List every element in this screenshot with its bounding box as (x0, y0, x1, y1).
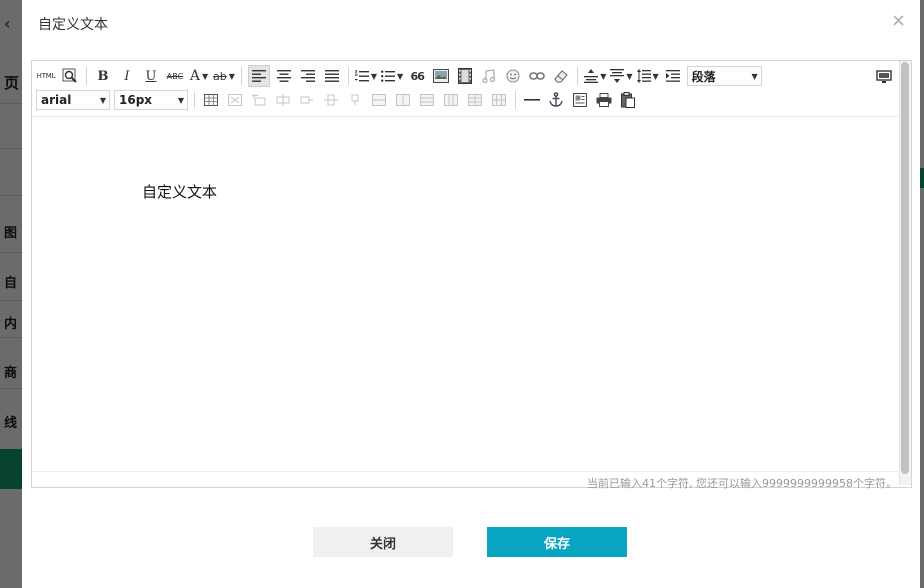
wordcount-status: 当前已输入41个字符, 您还可以输入9999999999958个字符。 (587, 477, 897, 490)
source-html-button[interactable]: HTML (36, 66, 56, 86)
wordcount-divider (32, 471, 898, 472)
highlight-button[interactable]: ab ▼ (213, 66, 235, 86)
custom-text-dialog: 自定义文本 × HTML B I U ABC A ▼ ab ▼ ▼ ▼ 66 ▼… (22, 0, 920, 588)
insert-video-icon[interactable] (455, 66, 475, 86)
insert-frame-icon[interactable] (570, 90, 590, 110)
line-height-icon (636, 69, 651, 83)
chevron-down-icon: ▼ (600, 71, 607, 81)
dialog-title: 自定义文本 (38, 17, 108, 33)
music-icon[interactable] (479, 66, 499, 86)
toolbar-separator (194, 91, 195, 109)
italic-button[interactable]: I (117, 66, 137, 86)
row-spacing-top-button[interactable]: ▼ (584, 66, 606, 86)
unordered-list-icon (381, 70, 396, 82)
bold-button[interactable]: B (93, 66, 113, 86)
paste-plain-icon[interactable] (618, 90, 638, 110)
chevron-down-icon: ▼ (751, 71, 758, 81)
delete-column-icon[interactable] (345, 90, 365, 110)
chevron-down-icon: ▼ (177, 95, 184, 105)
row-spacing-bottom-button[interactable]: ▼ (610, 66, 633, 86)
insert-image-icon[interactable] (431, 66, 451, 86)
paragraph-select-value: 段落 (691, 69, 716, 84)
editor-content-area[interactable]: 自定义文本 (32, 117, 898, 471)
eraser-icon[interactable] (551, 66, 571, 86)
underline-button[interactable]: U (141, 66, 161, 86)
chevron-down-icon: ▼ (652, 71, 659, 81)
toolbar-separator (347, 67, 349, 85)
font-family-value: arial (41, 93, 72, 107)
toolbar-separator (577, 67, 579, 85)
toolbar-separator (86, 67, 87, 85)
rich-text-editor: HTML B I U ABC A ▼ ab ▼ ▼ ▼ 66 ▼ ▼ ▼ 段落 … (31, 60, 912, 490)
insert-column-icon[interactable] (321, 90, 341, 110)
split-cells-icon[interactable] (441, 90, 461, 110)
fullscreen-icon[interactable] (874, 67, 894, 87)
merge-down-icon[interactable] (417, 90, 437, 110)
save-button[interactable]: 保存 (487, 527, 627, 557)
unordered-list-button[interactable]: ▼ (381, 66, 403, 86)
font-color-button[interactable]: A ▼ (189, 66, 209, 86)
align-left-icon[interactable] (247, 65, 270, 87)
ordered-list-icon (354, 69, 369, 81)
close-icon[interactable]: × (891, 11, 906, 31)
row-spacing-bottom-icon (610, 69, 625, 83)
chevron-down-icon: ▼ (626, 71, 633, 81)
highlight-icon: ab (213, 69, 227, 83)
chevron-down-icon: ▼ (99, 95, 106, 105)
row-spacing-top-icon (584, 69, 599, 83)
indent-icon[interactable] (663, 66, 683, 86)
font-size-select[interactable]: 16px ▼ (114, 90, 188, 110)
paragraph-select[interactable]: 段落 ▼ (686, 66, 762, 86)
split-columns-icon[interactable] (489, 90, 509, 110)
toolbar-row-1: HTML B I U ABC A ▼ ab ▼ ▼ ▼ 66 ▼ ▼ ▼ 段落 … (36, 65, 766, 87)
preview-icon[interactable] (60, 66, 80, 86)
close-button[interactable]: 关闭 (313, 527, 453, 557)
font-size-value: 16px (119, 93, 153, 107)
insert-row-icon[interactable] (273, 90, 293, 110)
chevron-down-icon: ▼ (201, 71, 209, 81)
toolbar-separator (515, 91, 516, 109)
anchor-icon[interactable] (546, 90, 566, 110)
align-right-icon[interactable] (298, 66, 318, 86)
toolbar-row-2: arial ▼ 16px ▼ (36, 89, 642, 111)
strikethrough-button[interactable]: ABC (165, 66, 185, 86)
ordered-list-button[interactable]: ▼ (354, 66, 378, 86)
split-rows-icon[interactable] (465, 90, 485, 110)
print-icon[interactable] (594, 90, 614, 110)
scrollbar-thumb[interactable] (901, 62, 909, 474)
editor-toolbar: HTML B I U ABC A ▼ ab ▼ ▼ ▼ 66 ▼ ▼ ▼ 段落 … (32, 61, 898, 117)
editor-content-text[interactable]: 自定义文本 (142, 181, 217, 202)
merge-right-icon[interactable] (393, 90, 413, 110)
merge-cells-icon[interactable] (369, 90, 389, 110)
horizontal-rule-icon[interactable] (522, 90, 542, 110)
font-color-icon: A (189, 68, 200, 84)
delete-table-icon[interactable] (225, 90, 245, 110)
align-justify-icon[interactable] (322, 66, 342, 86)
insert-paragraph-before-table-icon[interactable] (249, 90, 269, 110)
editor-scrollbar[interactable] (899, 61, 911, 485)
emotion-icon[interactable] (503, 66, 523, 86)
blockquote-icon[interactable]: 66 (407, 66, 427, 86)
line-height-button[interactable]: ▼ (636, 66, 659, 86)
toolbar-separator (240, 67, 242, 85)
align-center-icon[interactable] (274, 66, 294, 86)
link-icon[interactable] (527, 66, 547, 86)
font-family-select[interactable]: arial ▼ (36, 90, 110, 110)
chevron-down-icon: ▼ (397, 71, 404, 81)
delete-row-icon[interactable] (297, 90, 317, 110)
chevron-down-icon: ▼ (228, 71, 235, 81)
insert-table-icon[interactable] (201, 90, 221, 110)
chevron-down-icon: ▼ (370, 71, 378, 81)
